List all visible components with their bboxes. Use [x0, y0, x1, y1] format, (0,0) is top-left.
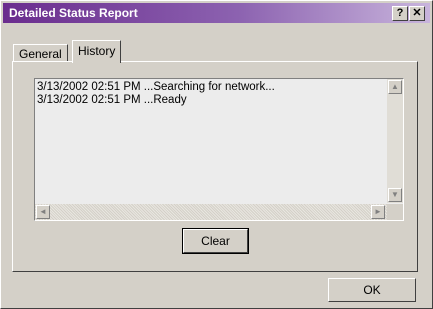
close-button[interactable]: ✕ — [409, 6, 425, 21]
horizontal-scrollbar[interactable]: ◄ ► — [35, 204, 387, 220]
ok-button[interactable]: OK — [328, 278, 416, 302]
window-title: Detailed Status Report — [9, 6, 138, 20]
scroll-right-icon[interactable]: ► — [371, 205, 385, 219]
help-button[interactable]: ? — [392, 6, 408, 21]
scroll-left-icon[interactable]: ◄ — [36, 205, 50, 219]
scroll-down-icon[interactable]: ▼ — [388, 188, 402, 202]
log-line: 3/13/2002 02:51 PM ...Ready — [37, 94, 187, 106]
vertical-scrollbar[interactable]: ▲ ▼ — [387, 79, 403, 203]
clear-button[interactable]: Clear — [183, 229, 248, 253]
tab-history[interactable]: History — [72, 40, 122, 63]
scrollbar-corner — [387, 204, 403, 220]
title-bar[interactable]: Detailed Status Report ? ✕ — [3, 3, 430, 23]
log-line: 3/13/2002 02:51 PM ...Searching for netw… — [37, 81, 275, 93]
scroll-up-icon[interactable]: ▲ — [388, 80, 402, 94]
history-log[interactable]: 3/13/2002 02:51 PM ...Searching for netw… — [34, 78, 404, 221]
dialog-window: Detailed Status Report ? ✕ General Histo… — [0, 0, 433, 309]
